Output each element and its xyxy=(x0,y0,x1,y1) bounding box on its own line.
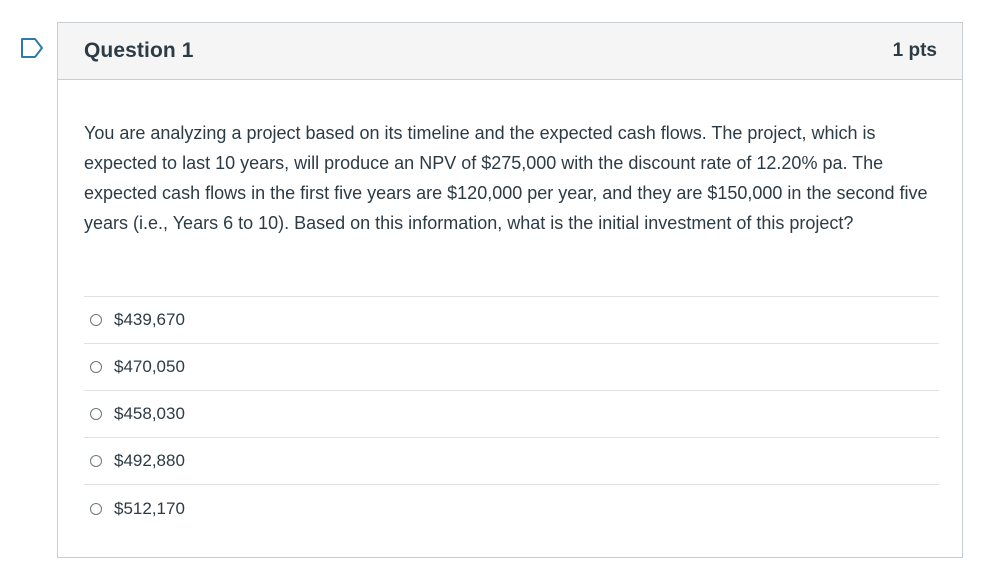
radio-button[interactable] xyxy=(90,502,102,515)
answer-option[interactable]: $512,170 xyxy=(84,485,939,532)
radio-button[interactable] xyxy=(90,408,102,420)
answer-label: $470,050 xyxy=(114,357,185,376)
answer-list: $439,670 $470,050 $458,030 $492,880 $512… xyxy=(84,296,939,532)
answer-label: $492,880 xyxy=(114,451,185,470)
answer-option[interactable]: $458,030 xyxy=(84,391,939,438)
answer-option[interactable]: $492,880 xyxy=(84,438,939,485)
question-card: Question 1 1 pts You are analyzing a pro… xyxy=(57,22,963,558)
question-text: You are analyzing a project based on its… xyxy=(84,123,928,233)
answer-option[interactable]: $470,050 xyxy=(84,344,939,391)
question-points: 1 pts xyxy=(892,40,937,61)
radio-button[interactable] xyxy=(90,314,102,326)
question-title: Question 1 xyxy=(84,39,194,62)
question-header: Question 1 1 pts xyxy=(58,23,962,80)
radio-button[interactable] xyxy=(90,455,102,467)
answer-label: $439,670 xyxy=(114,310,185,329)
answer-label: $512,170 xyxy=(114,498,185,518)
flag-question-icon[interactable] xyxy=(20,37,46,59)
radio-button[interactable] xyxy=(90,361,102,373)
answer-option[interactable]: $439,670 xyxy=(84,297,939,344)
answer-label: $458,030 xyxy=(114,404,185,423)
